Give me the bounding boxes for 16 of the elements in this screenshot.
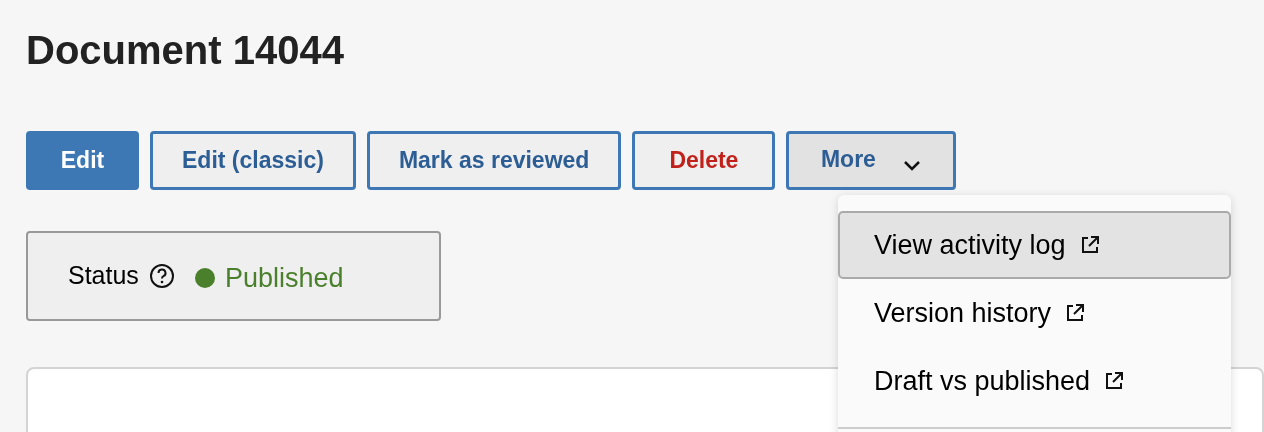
status-label: Status <box>68 260 139 292</box>
status-value: Published <box>224 261 344 295</box>
help-icon <box>148 263 175 289</box>
chevron-down-icon <box>901 158 922 171</box>
menu-item[interactable]: Draft vs published <box>838 347 1231 415</box>
edit-button[interactable]: Edit <box>26 131 139 190</box>
menu-item[interactable]: View activity log <box>838 211 1231 279</box>
delete-button[interactable]: Delete <box>632 131 776 190</box>
external-link-icon <box>1065 303 1086 323</box>
menu-item[interactable]: Version history <box>838 279 1231 347</box>
more-button[interactable]: More <box>786 131 957 190</box>
action-button[interactable]: Mark as reviewed <box>366 131 622 190</box>
external-link-icon <box>1104 371 1125 391</box>
external-link-icon <box>1079 235 1100 255</box>
action-button[interactable]: Edit (classic) <box>150 131 356 190</box>
page-title: Document 14044 <box>26 27 345 74</box>
